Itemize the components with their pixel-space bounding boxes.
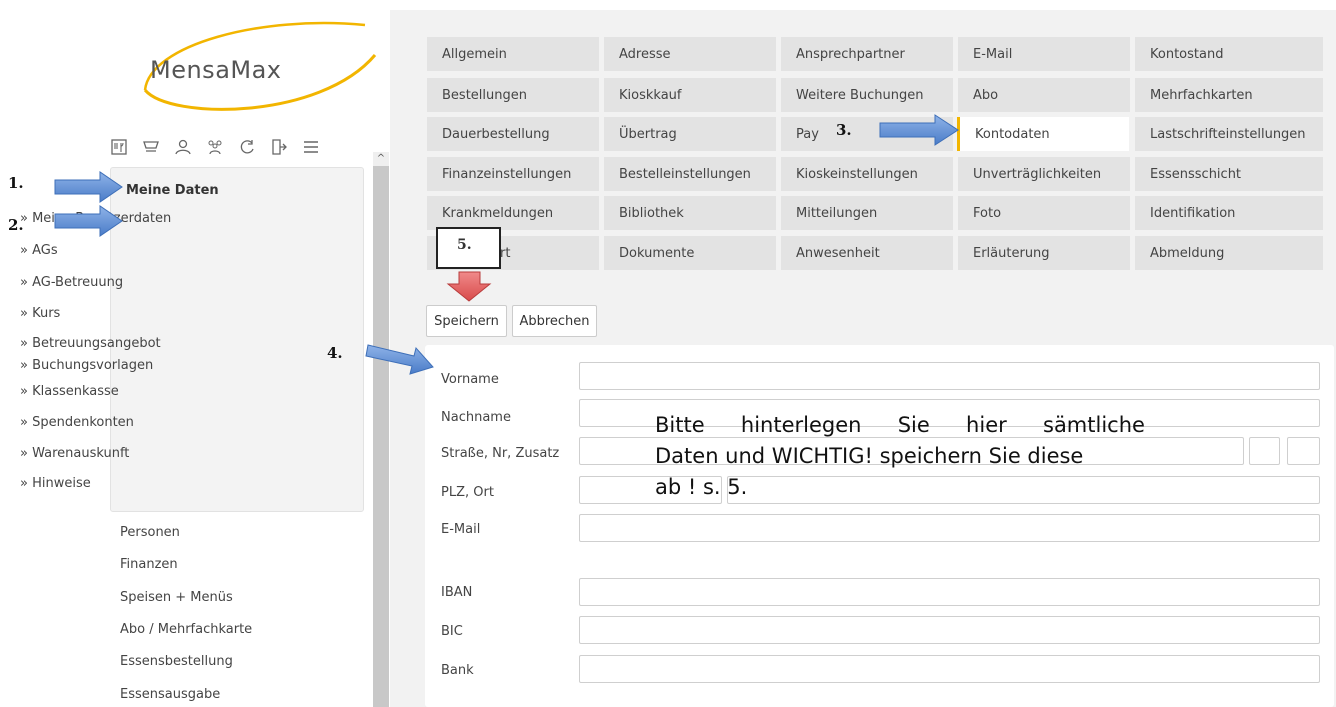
logo-text: MensaMax [150,56,282,84]
note-word: Bitte [655,413,705,437]
iban-input[interactable] [579,578,1320,606]
logout-icon[interactable] [270,138,288,156]
hamburger-icon[interactable] [302,138,320,156]
tab-krankmeldungen[interactable]: Krankmeldungen [427,196,599,230]
sidebar-scrollbar[interactable] [373,152,389,707]
tab-lastschrifteinstellungen[interactable]: Lastschrifteinstellungen [1135,117,1323,151]
menu-item-spendenkonten[interactable]: » Spendenkonten [20,415,134,430]
annotation-5: 5. [457,237,472,253]
tab-adresse[interactable]: Adresse [604,37,776,71]
vorname-input[interactable] [579,362,1320,390]
toolbar [110,135,390,159]
note-word: Sie [897,413,930,437]
label-iban: IBAN [441,585,473,600]
tab-kontodaten[interactable]: Kontodaten [957,117,1129,151]
tab-abmeldung[interactable]: Abmeldung [1135,236,1323,270]
tab-anwesenheit[interactable]: Anwesenheit [781,236,953,270]
menu-item-warenauskunft[interactable]: » Warenauskunft [20,446,129,461]
bic-input[interactable] [579,616,1320,644]
menu-item-hinweise[interactable]: » Hinweise [20,476,91,491]
nav-finanzen[interactable]: Finanzen [120,557,178,572]
nav-abo-mehrfachkarte[interactable]: Abo / Mehrfachkarte [120,622,252,637]
nav-essensausgabe[interactable]: Essensausgabe [120,687,220,702]
mensamax-logo: MensaMax [140,10,380,125]
note-line-1: Bitte hinterlegen Sie hier sämtliche [655,410,1145,441]
tab-bibliothek[interactable]: Bibliothek [604,196,776,230]
menu-plan-icon[interactable] [110,138,128,156]
nav-speisen-menues[interactable]: Speisen + Menüs [120,590,233,605]
user-icon[interactable] [174,138,192,156]
tab-unvertraeglichkeiten[interactable]: Unverträglichkeiten [958,157,1130,191]
tab-erlaeuterung[interactable]: Erläuterung [958,236,1130,270]
label-bank: Bank [441,663,474,678]
menu-item-ag-betreuung[interactable]: » AG-Betreuung [20,275,123,290]
tab-essensschicht[interactable]: Essensschicht [1135,157,1323,191]
annotation-4: 4. [327,344,343,362]
email-input[interactable] [579,514,1320,542]
tab-abo[interactable]: Abo [958,78,1130,112]
tab-allgemein[interactable]: Allgemein [427,37,599,71]
menu-item-kurs[interactable]: » Kurs [20,306,60,321]
tab-ansprechpartner[interactable]: Ansprechpartner [781,37,953,71]
label-email: E-Mail [441,522,481,537]
nav-essensbestellung[interactable]: Essensbestellung [120,654,233,669]
hausnummer-input[interactable] [1249,437,1280,465]
menu-item-buchungsvorlagen[interactable]: » Buchungsvorlagen [20,358,153,373]
tab-uebertrag[interactable]: Übertrag [604,117,776,151]
tab-identifikation[interactable]: Identifikation [1135,196,1323,230]
cancel-button[interactable]: Abbrechen [512,305,597,337]
tab-bestelleinstellungen[interactable]: Bestelleinstellungen [604,157,776,191]
refresh-icon[interactable] [238,138,256,156]
label-bic: BIC [441,624,463,639]
nav-personen[interactable]: Personen [120,525,180,540]
tab-kioskkauf[interactable]: Kioskkauf [604,78,776,112]
annotation-1: 1. [8,174,24,192]
tab-dokumente[interactable]: Dokumente [604,236,776,270]
menu-section-title[interactable]: Meine Daten [126,183,219,198]
menu-item-klassenkasse[interactable]: » Klassenkasse [20,384,119,399]
tab-mehrfachkarten[interactable]: Mehrfachkarten [1135,78,1323,112]
scroll-up-arrow-icon[interactable]: ^ [373,152,389,166]
note-line-2: Daten und WICHTIG! speichern Sie diese [655,444,1084,468]
label-nachname: Nachname [441,410,511,425]
annotation-3: 3. [836,121,852,139]
menu-item-ags[interactable]: » AGs [20,243,58,258]
cart-icon[interactable] [142,138,160,156]
note-word: hinterlegen [740,413,862,437]
tab-kontostand[interactable]: Kontostand [1135,37,1323,71]
bank-input[interactable] [579,655,1320,683]
tab-finanzeinstellungen[interactable]: Finanzeinstellungen [427,157,599,191]
group-icon[interactable] [206,138,224,156]
tab-mitteilungen[interactable]: Mitteilungen [781,196,953,230]
tab-email[interactable]: E-Mail [958,37,1130,71]
save-button[interactable]: Speichern [426,305,507,337]
menu-item-meine-benutzerdaten[interactable]: » Meine Benutzerdaten [20,211,171,226]
tab-weitere-buchungen[interactable]: Weitere Buchungen [781,78,953,112]
tab-bestellungen[interactable]: Bestellungen [427,78,599,112]
note-word: sämtliche [1043,413,1145,437]
tab-pay[interactable]: Pay [781,117,953,151]
menu-item-betreuungsangebot[interactable]: » Betreuungsangebot [20,336,161,351]
tab-kioskeinstellungen[interactable]: Kioskeinstellungen [781,157,953,191]
annotation-2: 2. [8,216,24,234]
instruction-note: Bitte hinterlegen Sie hier sämtliche Dat… [655,410,1155,503]
note-line-3: ab ! s. 5. [655,475,748,499]
annotation-5-box: 5. [436,227,501,269]
label-strasse: Straße, Nr, Zusatz [441,446,560,461]
label-plz-ort: PLZ, Ort [441,485,494,500]
zusatz-input[interactable] [1287,437,1320,465]
note-word: hier [966,413,1007,437]
tab-dauerbestellung[interactable]: Dauerbestellung [427,117,599,151]
tab-foto[interactable]: Foto [958,196,1130,230]
label-vorname: Vorname [441,372,499,387]
